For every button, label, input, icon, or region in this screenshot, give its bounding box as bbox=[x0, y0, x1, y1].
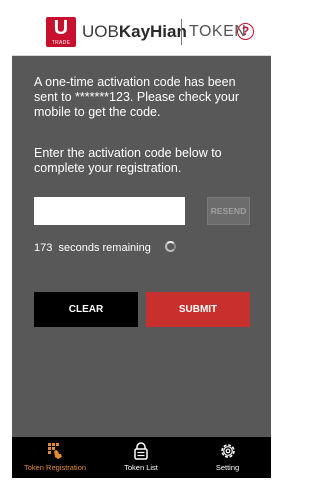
resend-button[interactable]: RESEND bbox=[207, 197, 250, 225]
tab-token-registration[interactable]: Token Registration bbox=[12, 437, 98, 478]
code-sent-message: A one-time activation code has been sent… bbox=[34, 75, 239, 119]
keypad-hand-icon bbox=[48, 443, 62, 459]
app-screen: U TRADE UOBKayHian TOKEN ? A one-time ac… bbox=[12, 10, 271, 478]
activation-code-input[interactable] bbox=[34, 197, 185, 225]
brand-prefix: UOB bbox=[82, 22, 119, 41]
tab-label: Token Registration bbox=[23, 463, 87, 472]
instruction-text: Enter the activation code below to compl… bbox=[34, 146, 222, 175]
tab-label: Token List bbox=[124, 463, 158, 472]
logo-subtext: TRADE bbox=[51, 40, 71, 46]
brand-name: UOBKayHian bbox=[82, 21, 187, 43]
tab-label: Setting bbox=[215, 463, 240, 472]
tab-setting[interactable]: Setting bbox=[184, 437, 271, 478]
utrade-logo: U TRADE bbox=[46, 17, 76, 47]
seconds-label: seconds remaining bbox=[58, 242, 151, 254]
brand-main: KayHian bbox=[118, 22, 187, 41]
gear-icon bbox=[220, 444, 235, 458]
logo-mark: U bbox=[53, 17, 69, 39]
countdown-text: 173 seconds remaining bbox=[34, 241, 151, 255]
lock-list-icon bbox=[134, 442, 148, 460]
app-header: U TRADE UOBKayHian TOKEN ? bbox=[12, 10, 271, 56]
header-divider bbox=[181, 19, 182, 45]
bottom-tab-bar: Token Registration Token List Setting bbox=[12, 437, 271, 478]
loading-spinner-icon bbox=[165, 241, 176, 252]
tab-token-list[interactable]: Token List bbox=[98, 437, 184, 478]
seconds-count: 173 bbox=[34, 242, 53, 254]
submit-button[interactable]: SUBMIT bbox=[146, 292, 250, 327]
clear-button[interactable]: CLEAR bbox=[34, 292, 138, 327]
help-icon[interactable]: ? bbox=[237, 23, 254, 40]
